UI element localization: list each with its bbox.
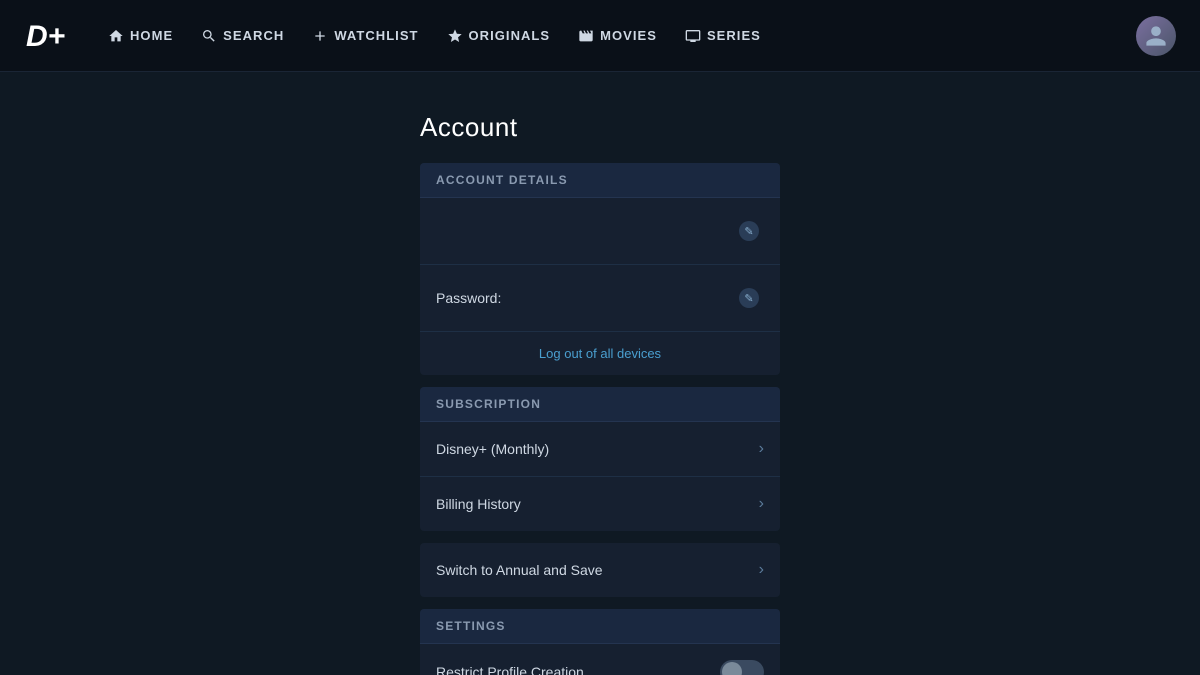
nav-search-label: SEARCH <box>223 28 284 43</box>
avatar-icon <box>1144 24 1168 48</box>
toggle-knob <box>722 662 742 675</box>
account-details-header: Account Details <box>420 163 780 198</box>
nav-home-label: HOME <box>130 28 173 43</box>
search-icon <box>201 28 217 44</box>
billing-history-chevron: › <box>759 495 764 513</box>
disney-monthly-row[interactable]: Disney+ (Monthly) › <box>420 422 780 477</box>
billing-history-label: Billing History <box>436 496 521 512</box>
account-details-edit[interactable]: ✎ <box>734 216 764 246</box>
account-container: Account Account Details ✎ Password: ✎ Lo… <box>420 112 780 675</box>
house-icon <box>108 28 124 44</box>
film-icon <box>578 28 594 44</box>
restrict-profile-row: Restrict Profile Creation <box>420 644 780 675</box>
password-row[interactable]: Password: ✎ <box>420 265 780 332</box>
main-content: Account Account Details ✎ Password: ✎ Lo… <box>0 72 1200 675</box>
tv-icon <box>685 28 701 44</box>
switch-annual-chevron: › <box>759 561 764 579</box>
settings-header: SETTINGS <box>420 609 780 644</box>
restrict-profile-label: Restrict Profile Creation <box>436 664 584 675</box>
password-edit[interactable]: ✎ <box>734 283 764 313</box>
nav-series[interactable]: SERIES <box>685 28 761 44</box>
nav-movies-label: MOVIES <box>600 28 657 43</box>
pencil-icon: ✎ <box>739 221 759 241</box>
star-icon <box>447 28 463 44</box>
nav-originals-label: ORIGINALS <box>469 28 551 43</box>
switch-annual-row[interactable]: Switch to Annual and Save › <box>420 543 780 597</box>
account-details-card: Account Details ✎ Password: ✎ Log out of… <box>420 163 780 375</box>
logout-all-devices-link[interactable]: Log out of all devices <box>420 332 780 375</box>
navbar: D+ HOME SEARCH WATCHLIST <box>0 0 1200 72</box>
password-pencil-icon: ✎ <box>739 288 759 308</box>
account-details-row[interactable]: ✎ <box>420 198 780 265</box>
plus-icon <box>312 28 328 44</box>
page-title: Account <box>420 112 780 143</box>
subscription-card: Subscription Disney+ (Monthly) › Billing… <box>420 387 780 531</box>
nav-search[interactable]: SEARCH <box>201 28 284 44</box>
settings-card: SETTINGS Restrict Profile Creation Creat… <box>420 609 780 675</box>
nav-movies[interactable]: MOVIES <box>578 28 657 44</box>
subscription-header: Subscription <box>420 387 780 422</box>
disney-monthly-chevron: › <box>759 440 764 458</box>
nav-watchlist[interactable]: WATCHLIST <box>312 28 418 44</box>
billing-history-row[interactable]: Billing History › <box>420 477 780 531</box>
password-label: Password: <box>436 290 501 306</box>
nav-originals[interactable]: ORIGINALS <box>447 28 551 44</box>
svg-text:D+: D+ <box>26 20 65 53</box>
nav-home[interactable]: HOME <box>108 28 173 44</box>
nav-links: HOME SEARCH WATCHLIST ORIGINALS <box>108 28 1136 44</box>
switch-annual-label: Switch to Annual and Save <box>436 562 603 578</box>
disneyplus-logo[interactable]: D+ <box>24 16 76 56</box>
switch-annual-card: Switch to Annual and Save › <box>420 543 780 597</box>
restrict-profile-toggle[interactable] <box>720 660 764 675</box>
nav-watchlist-label: WATCHLIST <box>334 28 418 43</box>
disney-monthly-label: Disney+ (Monthly) <box>436 441 549 457</box>
user-avatar[interactable] <box>1136 16 1176 56</box>
nav-series-label: SERIES <box>707 28 761 43</box>
